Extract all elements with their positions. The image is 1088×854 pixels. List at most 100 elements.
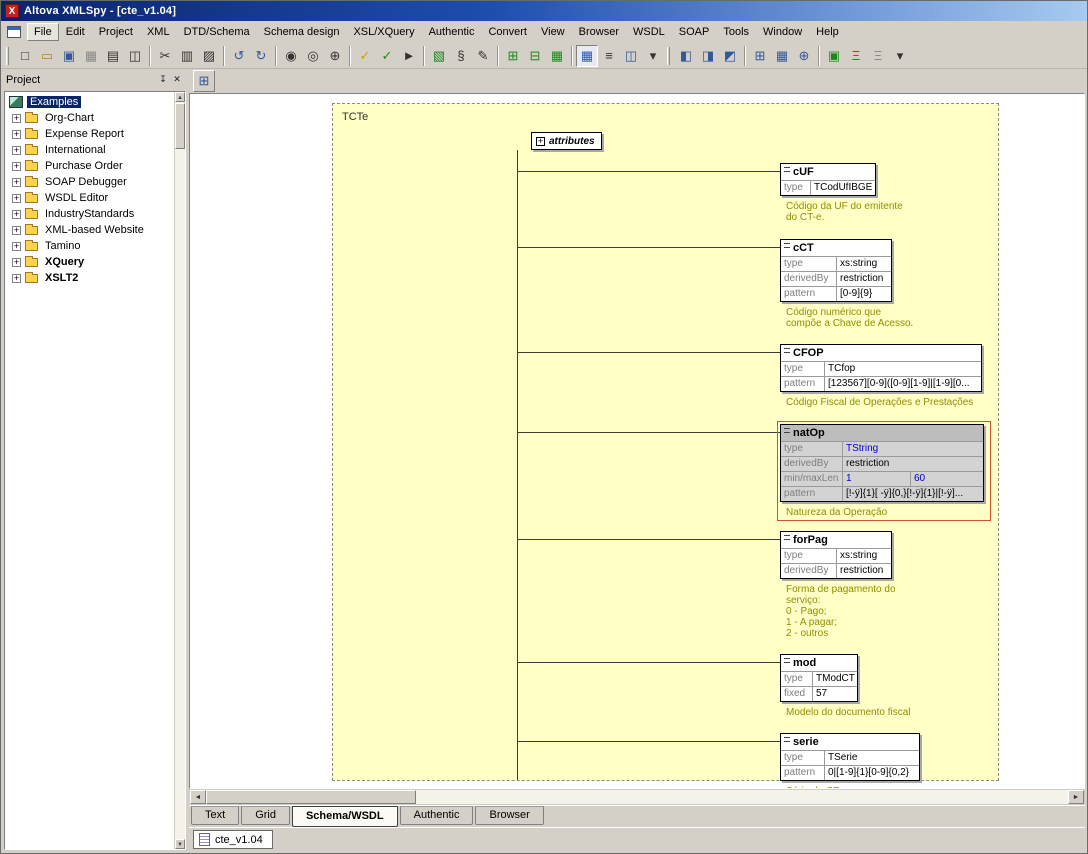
toolbar-options-button-2[interactable]: ▾ — [889, 45, 911, 67]
scroll-down-icon[interactable]: ▼ — [175, 839, 185, 849]
save-all-button[interactable]: ▦ — [80, 45, 102, 67]
expand-icon[interactable]: + — [12, 258, 21, 267]
toolbar-grip[interactable] — [667, 47, 670, 65]
menu-schema-design[interactable]: Schema design — [257, 23, 347, 41]
expand-icon[interactable]: + — [12, 242, 21, 251]
menu-help[interactable]: Help — [809, 23, 846, 41]
schema-element-cuf[interactable]: cUF type TCodUfIBGE — [780, 163, 876, 196]
file-tab-cte-v1-04[interactable]: cte_v1.04 — [193, 830, 273, 849]
schema-element-natop[interactable]: natOp type TString derivedBy restriction… — [780, 424, 984, 502]
schema-display-configuration-button[interactable]: ⊞ — [749, 45, 771, 67]
save-file-button[interactable]: ▣ — [58, 45, 80, 67]
expand-icon[interactable]: + — [12, 130, 21, 139]
document-window-icon[interactable] — [7, 26, 21, 38]
menu-xsl-xquery[interactable]: XSL/XQuery — [346, 23, 421, 41]
open-file-button[interactable]: ▭ — [36, 45, 58, 67]
text-view-button[interactable]: ≡ — [598, 45, 620, 67]
horizontal-scrollbar[interactable]: ◄ ► — [189, 789, 1085, 805]
print-button[interactable]: ▤ — [102, 45, 124, 67]
project-item-tamino[interactable]: + Tamino — [5, 238, 185, 254]
undo-button[interactable]: ↺ — [228, 45, 250, 67]
tab-browser[interactable]: Browser — [475, 806, 543, 825]
tab-text[interactable]: Text — [191, 806, 239, 825]
expand-icon[interactable]: + — [12, 194, 21, 203]
paste-button[interactable]: ▨ — [198, 45, 220, 67]
expand-icon[interactable]: + — [12, 114, 21, 123]
insert-table-row-button[interactable]: ⊞ — [502, 45, 524, 67]
print-preview-button[interactable]: ◫ — [124, 45, 146, 67]
toolbar-grip[interactable] — [6, 47, 9, 65]
menu-view[interactable]: View — [534, 23, 572, 41]
show-attributes-button[interactable]: ◧ — [675, 45, 697, 67]
export-database-button[interactable]: Ξ — [867, 45, 889, 67]
menu-soap[interactable]: SOAP — [672, 23, 717, 41]
project-item-xml-based-website[interactable]: + XML-based Website — [5, 222, 185, 238]
copy-button[interactable]: ▥ — [176, 45, 198, 67]
project-item-xslt2[interactable]: + XSLT2 — [5, 270, 185, 286]
enhanced-grid-view-button[interactable]: ▦ — [576, 45, 598, 67]
menu-edit[interactable]: Edit — [59, 23, 92, 41]
menu-convert[interactable]: Convert — [481, 23, 534, 41]
insert-element-button[interactable]: ▧ — [428, 45, 450, 67]
tab-grid[interactable]: Grid — [241, 806, 290, 825]
project-item-soap-debugger[interactable]: + SOAP Debugger — [5, 174, 185, 190]
spell-check-button[interactable]: ✎ — [472, 45, 494, 67]
expand-icon[interactable]: + — [12, 146, 21, 155]
scroll-up-icon[interactable]: ▲ — [175, 92, 185, 102]
attributes-box[interactable]: + attributes — [531, 132, 602, 150]
menu-xml[interactable]: XML — [140, 23, 177, 41]
show-compositors-button[interactable]: ◩ — [719, 45, 741, 67]
expand-icon[interactable]: + — [12, 274, 21, 283]
project-item-industrystandards[interactable]: + IndustryStandards — [5, 206, 185, 222]
menu-tools[interactable]: Tools — [716, 23, 756, 41]
menu-authentic[interactable]: Authentic — [422, 23, 482, 41]
expand-icon[interactable]: + — [12, 162, 21, 171]
schema-element-cfop[interactable]: CFOP type TCfop pattern [123567][0-9]([0… — [780, 344, 982, 392]
expand-icon[interactable]: + — [536, 137, 545, 146]
menu-file[interactable]: File — [27, 23, 59, 41]
pin-icon[interactable]: ↧ — [156, 73, 170, 87]
xsl-transformation-button[interactable]: ► — [398, 45, 420, 67]
check-well-formed-button[interactable]: ✓ — [354, 45, 376, 67]
find-button[interactable]: ◉ — [280, 45, 302, 67]
schema-canvas[interactable]: TCTe + attributes cUF type TC — [189, 93, 1085, 789]
toolbar-options-button[interactable]: ▾ — [642, 45, 664, 67]
menu-wsdl[interactable]: WSDL — [626, 23, 672, 41]
redo-button[interactable]: ↻ — [250, 45, 272, 67]
close-icon[interactable]: ✕ — [170, 73, 184, 87]
menu-project[interactable]: Project — [92, 23, 140, 41]
scroll-left-icon[interactable]: ◄ — [190, 790, 206, 804]
menu-window[interactable]: Window — [756, 23, 809, 41]
new-document-button[interactable]: □ — [14, 45, 36, 67]
menu-browser[interactable]: Browser — [572, 23, 626, 41]
insert-schema-element-button[interactable]: ▣ — [823, 45, 845, 67]
cut-button[interactable]: ✂ — [154, 45, 176, 67]
schema-element-cct[interactable]: cCT type xs:string derivedBy restriction… — [780, 239, 892, 302]
tab-authentic[interactable]: Authentic — [400, 806, 474, 825]
facet-value[interactable]: TString — [843, 442, 983, 456]
display-as-table-button[interactable]: ▦ — [546, 45, 568, 67]
show-annotations-button[interactable]: ◨ — [697, 45, 719, 67]
project-scrollbar[interactable]: ▲ ▼ — [174, 92, 185, 849]
project-root-examples[interactable]: Examples — [5, 94, 185, 110]
project-item-wsdl-editor[interactable]: + WSDL Editor — [5, 190, 185, 206]
schema-element-serie[interactable]: serie type TSerie pattern 0|[1-9]{1}[0-9… — [780, 733, 920, 781]
menu-dtd-schema[interactable]: DTD/Schema — [177, 23, 257, 41]
schema-overview-button[interactable]: ⊞ — [193, 70, 215, 92]
project-item-expense-report[interactable]: + Expense Report — [5, 126, 185, 142]
project-panel-header[interactable]: Project ↧ ✕ — [3, 71, 187, 89]
project-item-international[interactable]: + International — [5, 142, 185, 158]
schema-design-view-button[interactable]: ◫ — [620, 45, 642, 67]
validate-button[interactable]: ✓ — [376, 45, 398, 67]
project-item-xquery[interactable]: + XQuery — [5, 254, 185, 270]
generate-documentation-button[interactable]: ▦ — [771, 45, 793, 67]
expand-icon[interactable]: + — [12, 210, 21, 219]
project-item-purchase-order[interactable]: + Purchase Order — [5, 158, 185, 174]
zoom-button[interactable]: ⊕ — [793, 45, 815, 67]
expand-icon[interactable]: + — [12, 226, 21, 235]
project-item-org-chart[interactable]: + Org-Chart — [5, 110, 185, 126]
find-next-button[interactable]: ◎ — [302, 45, 324, 67]
facet-value[interactable]: 60 — [911, 472, 983, 486]
import-database-button[interactable]: Ξ — [845, 45, 867, 67]
encoding-button[interactable]: § — [450, 45, 472, 67]
